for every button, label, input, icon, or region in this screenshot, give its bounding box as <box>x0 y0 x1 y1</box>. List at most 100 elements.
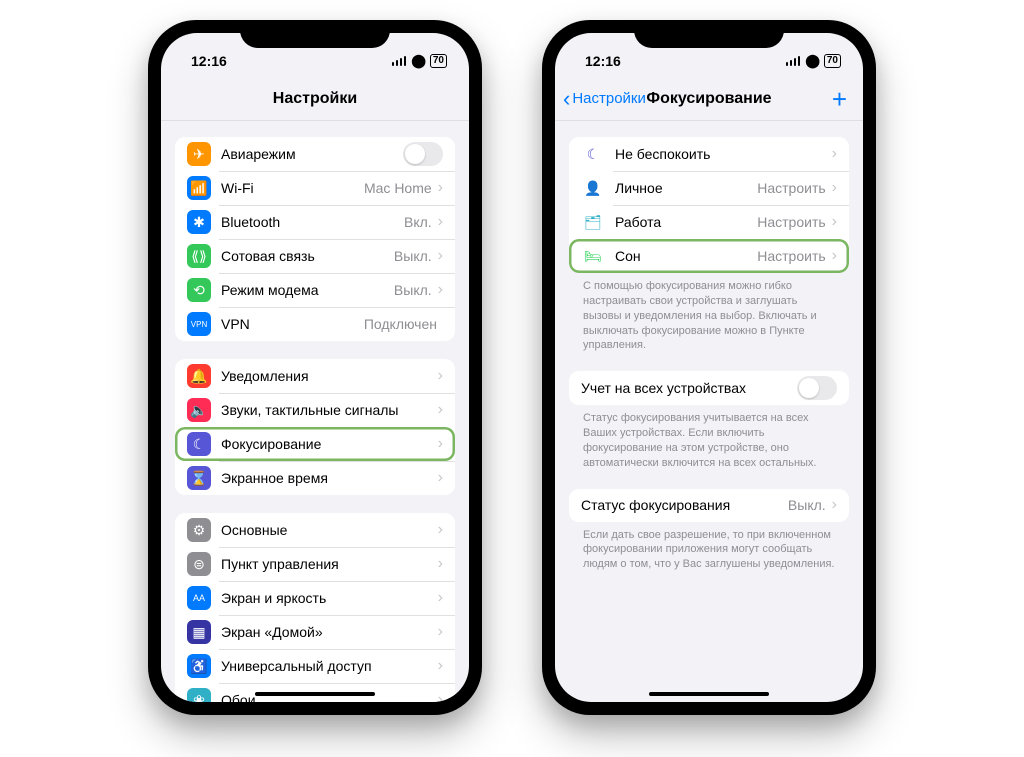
toggle-switch[interactable] <box>403 142 443 166</box>
group-footer: Если дать свое разрешение, то при включе… <box>569 522 849 573</box>
row-label: Уведомления <box>221 368 438 384</box>
row-icon: 🗂 <box>581 210 605 234</box>
settings-group: ☾Не беспокоить›👤ЛичноеНастроить›🗂РаботаН… <box>569 137 849 273</box>
row-label: Основные <box>221 522 438 538</box>
group-footer: Статус фокусирования учитывается на всех… <box>569 405 849 470</box>
row-icon: ⟲ <box>187 278 211 302</box>
row-icon: ☾ <box>581 142 605 166</box>
settings-group: Учет на всех устройствах <box>569 371 849 405</box>
nav-title: Фокусирование <box>646 90 771 108</box>
settings-group: ✈Авиарежим📶Wi-FiMac Home›✱BluetoothВкл.›… <box>175 137 455 341</box>
chevron-right-icon: › <box>832 247 837 265</box>
row-value: Настроить <box>757 180 825 196</box>
cellular-icon <box>392 56 407 66</box>
settings-row[interactable]: 🔔 Уведомления› <box>175 359 455 393</box>
settings-row[interactable]: 🔈Звуки, тактильные сигналы› <box>175 393 455 427</box>
chevron-right-icon: › <box>438 521 443 539</box>
home-indicator[interactable] <box>255 692 375 696</box>
row-label: Фокусирование <box>221 436 438 452</box>
chevron-left-icon: ‹ <box>563 88 570 110</box>
settings-row[interactable]: 👤ЛичноеНастроить› <box>569 171 849 205</box>
row-value: Выкл. <box>394 282 432 298</box>
group-footer: С помощью фокусирования можно гибко наст… <box>569 273 849 353</box>
row-value: Mac Home <box>364 180 432 196</box>
settings-row[interactable]: ⟲ Режим модемаВыкл. › <box>175 273 455 307</box>
settings-row[interactable]: ⚙ Основные› <box>175 513 455 547</box>
toggle-switch[interactable] <box>797 376 837 400</box>
chevron-right-icon: › <box>832 496 837 514</box>
row-icon: 📶 <box>187 176 211 200</box>
phone-frame-settings: 12:16 ⬤ 70 Настройки ✈Авиарежим📶Wi-FiMac… <box>148 20 482 715</box>
row-label: Статус фокусирования <box>581 497 788 513</box>
chevron-right-icon: › <box>438 247 443 265</box>
home-indicator[interactable] <box>649 692 769 696</box>
chevron-right-icon: › <box>438 367 443 385</box>
settings-row[interactable]: 🛏СонНастроить› <box>569 239 849 273</box>
chevron-right-icon: › <box>438 179 443 197</box>
settings-row[interactable]: ▦Экран «Домой»› <box>175 615 455 649</box>
chevron-right-icon: › <box>438 401 443 419</box>
settings-list[interactable]: ✈Авиарежим📶Wi-FiMac Home›✱BluetoothВкл.›… <box>161 121 469 702</box>
row-icon: VPN <box>187 312 211 336</box>
settings-group: Статус фокусированияВыкл. › <box>569 489 849 522</box>
row-icon: 🔔 <box>187 364 211 388</box>
notch <box>240 20 390 48</box>
battery-icon: 70 <box>430 54 447 68</box>
chevron-right-icon: › <box>438 281 443 299</box>
row-icon: ⌛ <box>187 466 211 490</box>
row-label: Экран и яркость <box>221 590 438 606</box>
settings-row[interactable]: ☾Не беспокоить› <box>569 137 849 171</box>
row-label: Не беспокоить <box>615 146 832 162</box>
settings-row[interactable]: 📶Wi-FiMac Home› <box>175 171 455 205</box>
settings-row[interactable]: Статус фокусированияВыкл. › <box>569 489 849 522</box>
settings-row[interactable]: ♿ Универсальный доступ› <box>175 649 455 683</box>
settings-row[interactable]: ⊜Пункт управления› <box>175 547 455 581</box>
settings-row[interactable]: VPNVPNПодключен <box>175 307 455 341</box>
chevron-right-icon: › <box>438 657 443 675</box>
settings-row[interactable]: ⟪⟫Сотовая связьВыкл.› <box>175 239 455 273</box>
row-icon: ♿ <box>187 654 211 678</box>
notch <box>634 20 784 48</box>
settings-row[interactable]: ✈Авиарежим <box>175 137 455 171</box>
settings-row[interactable]: ☾Фокусирование› <box>175 427 455 461</box>
settings-row[interactable]: ✱BluetoothВкл.› <box>175 205 455 239</box>
row-icon: ⚙ <box>187 518 211 542</box>
focus-list[interactable]: ☾Не беспокоить›👤ЛичноеНастроить›🗂РаботаН… <box>555 121 863 702</box>
row-icon: ✱ <box>187 210 211 234</box>
row-value: Выкл. <box>788 497 826 513</box>
settings-row[interactable]: ⌛Экранное время› <box>175 461 455 495</box>
row-value: Настроить <box>757 214 825 230</box>
row-label: Личное <box>615 180 757 196</box>
row-icon: ▦ <box>187 620 211 644</box>
settings-group: 🔔Уведомления›🔈Звуки, тактильные сигналы›… <box>175 359 455 495</box>
row-label: Универсальный доступ <box>221 658 438 674</box>
phone-frame-focus: 12:16 ⬤ 70 ‹ Настройки Фокусирование + ☾… <box>542 20 876 715</box>
row-label: Bluetooth <box>221 214 404 230</box>
wifi-icon: ⬤ <box>805 53 820 69</box>
row-value: Вкл. <box>404 214 432 230</box>
nav-bar: Настройки <box>161 77 469 121</box>
row-value: Выкл. <box>394 248 432 264</box>
settings-row[interactable]: 🗂РаботаНастроить› <box>569 205 849 239</box>
row-icon: 🔈 <box>187 398 211 422</box>
screen-focus: 12:16 ⬤ 70 ‹ Настройки Фокусирование + ☾… <box>555 33 863 702</box>
row-label: Режим модема <box>221 282 394 298</box>
chevron-right-icon: › <box>438 623 443 641</box>
add-button[interactable]: + <box>832 86 847 112</box>
status-indicators: ⬤ 70 <box>786 53 841 69</box>
back-button[interactable]: ‹ Настройки <box>563 88 646 110</box>
nav-bar: ‹ Настройки Фокусирование + <box>555 77 863 121</box>
row-icon: ✈ <box>187 142 211 166</box>
settings-row[interactable]: Учет на всех устройствах <box>569 371 849 405</box>
status-time: 12:16 <box>191 53 227 69</box>
row-icon: 👤 <box>581 176 605 200</box>
row-label: Экранное время <box>221 470 438 486</box>
settings-row[interactable]: AAЭкран и яркость› <box>175 581 455 615</box>
cellular-icon <box>786 56 801 66</box>
row-icon: ⊜ <box>187 552 211 576</box>
chevron-right-icon: › <box>832 213 837 231</box>
nav-title: Настройки <box>273 90 357 108</box>
row-label: Сотовая связь <box>221 248 394 264</box>
wifi-icon: ⬤ <box>411 53 426 69</box>
row-label: VPN <box>221 316 364 332</box>
